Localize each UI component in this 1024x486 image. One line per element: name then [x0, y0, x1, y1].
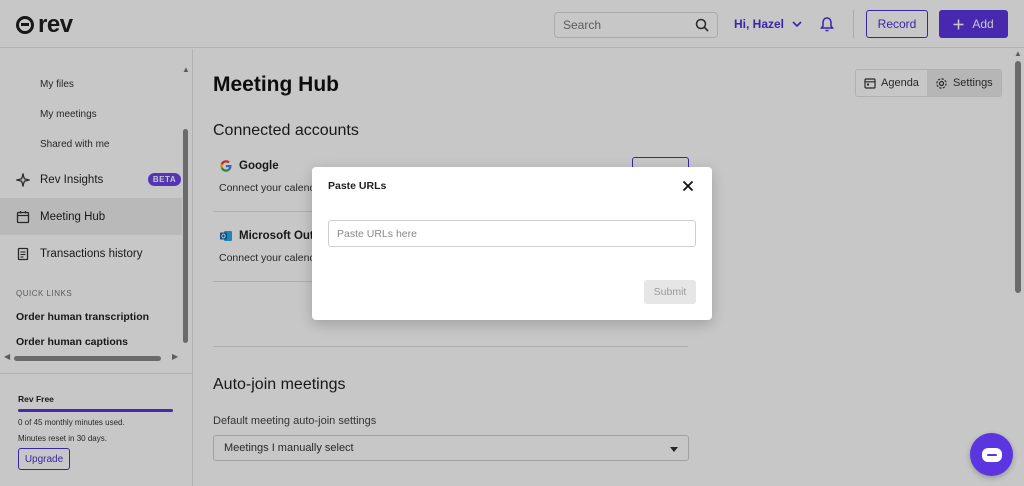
close-icon[interactable] — [680, 178, 696, 194]
chat-icon — [981, 447, 1002, 462]
paste-urls-input[interactable] — [328, 220, 696, 247]
chat-support-button[interactable] — [970, 433, 1013, 476]
dialog-title: Paste URLs — [328, 180, 387, 192]
paste-urls-dialog: Paste URLs Submit — [312, 167, 712, 320]
submit-button[interactable]: Submit — [644, 280, 696, 304]
